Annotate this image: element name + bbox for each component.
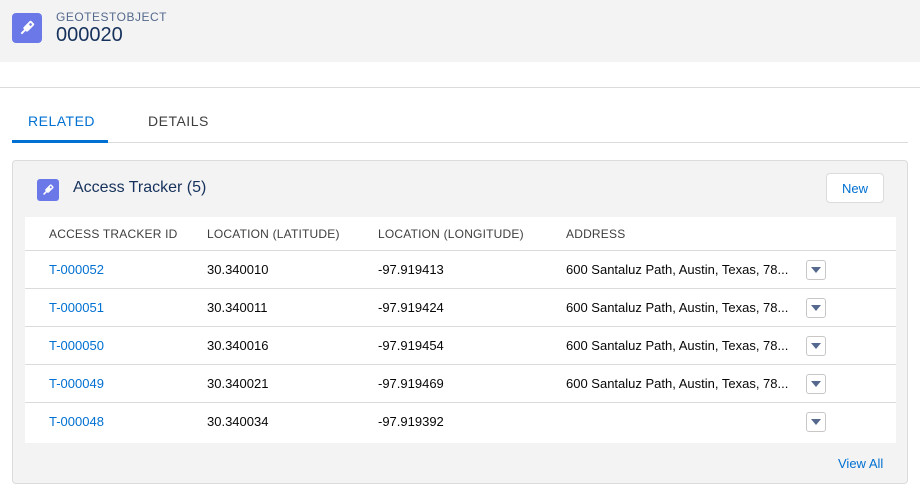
tab-related[interactable]: RELATED (28, 113, 95, 129)
column-header-longitude: LOCATION (LONGITUDE) (378, 227, 524, 241)
tab-details[interactable]: DETAILS (148, 113, 209, 129)
address-cell: 600 Santaluz Path, Austin, Texas, 78... (566, 300, 789, 315)
latitude-cell: 30.340016 (207, 338, 269, 353)
table-row: T-000051 30.340011 -97.919424 600 Santal… (25, 289, 896, 327)
record-link[interactable]: T-000052 (49, 262, 104, 277)
divider (0, 87, 920, 88)
longitude-cell: -97.919424 (378, 300, 444, 315)
tab-bar: RELATED DETAILS (12, 103, 908, 143)
table-row: T-000052 30.340010 -97.919413 600 Santal… (25, 251, 896, 289)
address-cell: 600 Santaluz Path, Austin, Texas, 78... (566, 262, 789, 277)
longitude-cell: -97.919392 (378, 414, 444, 429)
related-list-table: ACCESS TRACKER ID LOCATION (LATITUDE) LO… (25, 217, 896, 443)
column-header-latitude: LOCATION (LATITUDE) (207, 227, 340, 241)
address-cell: 600 Santaluz Path, Austin, Texas, 78... (566, 338, 789, 353)
column-header-id: ACCESS TRACKER ID (49, 227, 178, 241)
latitude-cell: 30.340011 (207, 300, 268, 315)
active-tab-indicator (12, 140, 108, 143)
chevron-down-icon (811, 343, 821, 349)
related-list-card: Access Tracker (5) New ACCESS TRACKER ID… (12, 160, 908, 484)
row-actions-button[interactable] (806, 336, 826, 356)
record-header: GEOTESTOBJECT 000020 (0, 0, 920, 62)
record-link[interactable]: T-000048 (49, 414, 104, 429)
key-icon (37, 179, 59, 201)
latitude-cell: 30.340021 (207, 376, 269, 391)
record-link[interactable]: T-000051 (49, 300, 104, 315)
key-icon (12, 13, 42, 43)
table-row: T-000048 30.340034 -97.919392 (25, 403, 896, 441)
tab-bar-divider (12, 142, 908, 143)
chevron-down-icon (811, 305, 821, 311)
record-link[interactable]: T-000050 (49, 338, 104, 353)
related-list-title[interactable]: Access Tracker (5) (73, 179, 206, 197)
column-header-address: ADDRESS (566, 227, 626, 241)
chevron-down-icon (811, 419, 821, 425)
latitude-cell: 30.340034 (207, 414, 269, 429)
new-button[interactable]: New (826, 173, 884, 203)
longitude-cell: -97.919413 (378, 262, 444, 277)
table-row: T-000050 30.340016 -97.919454 600 Santal… (25, 327, 896, 365)
table-row: T-000049 30.340021 -97.919469 600 Santal… (25, 365, 896, 403)
row-actions-button[interactable] (806, 412, 826, 432)
longitude-cell: -97.919469 (378, 376, 444, 391)
longitude-cell: -97.919454 (378, 338, 444, 353)
row-actions-button[interactable] (806, 298, 826, 318)
object-type-label: GEOTESTOBJECT (56, 10, 167, 24)
row-actions-button[interactable] (806, 260, 826, 280)
chevron-down-icon (811, 267, 821, 273)
row-actions-button[interactable] (806, 374, 826, 394)
record-title: 000020 (56, 24, 123, 46)
latitude-cell: 30.340010 (207, 262, 269, 277)
view-all-link[interactable]: View All (838, 456, 883, 471)
address-cell: 600 Santaluz Path, Austin, Texas, 78... (566, 376, 789, 391)
table-header-row: ACCESS TRACKER ID LOCATION (LATITUDE) LO… (25, 217, 896, 251)
chevron-down-icon (811, 381, 821, 387)
record-link[interactable]: T-000049 (49, 376, 104, 391)
